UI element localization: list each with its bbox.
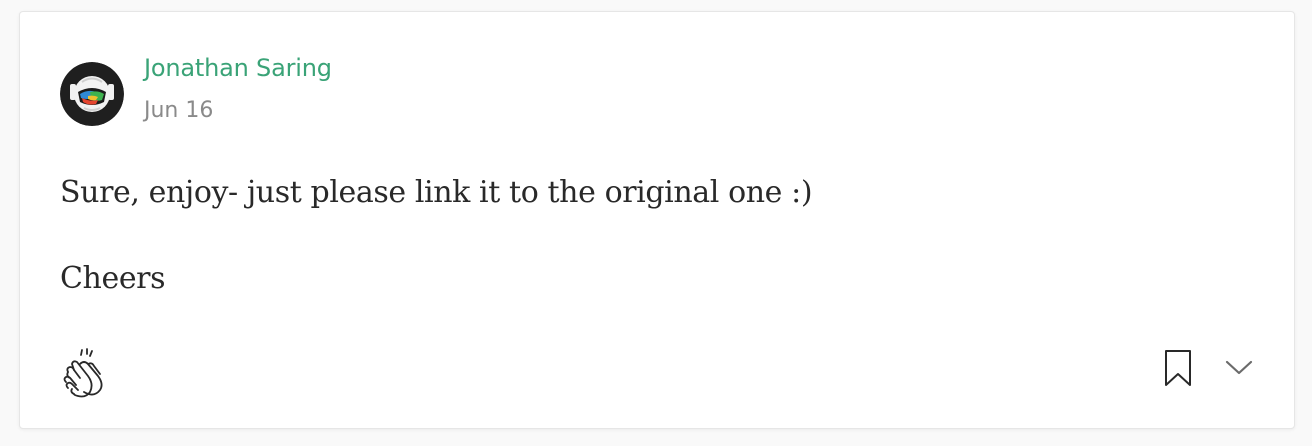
- author-avatar[interactable]: [60, 62, 124, 126]
- bookmark-button[interactable]: [1160, 348, 1196, 388]
- clap-icon: [63, 348, 103, 398]
- author-name-link[interactable]: Jonathan Saring: [144, 54, 332, 82]
- comment-paragraph: Cheers: [60, 261, 166, 296]
- comment-card: Jonathan Saring Jun 16 Sure, enjoy- just…: [19, 11, 1295, 429]
- more-options-button[interactable]: [1222, 356, 1256, 380]
- chevron-down-icon: [1225, 360, 1253, 375]
- comment-paragraph: Sure, enjoy- just please link it to the …: [60, 175, 813, 210]
- astronaut-avatar-icon: [60, 62, 124, 126]
- bookmark-icon: [1165, 350, 1191, 386]
- clap-button[interactable]: [58, 346, 112, 400]
- comment-date[interactable]: Jun 16: [144, 98, 213, 123]
